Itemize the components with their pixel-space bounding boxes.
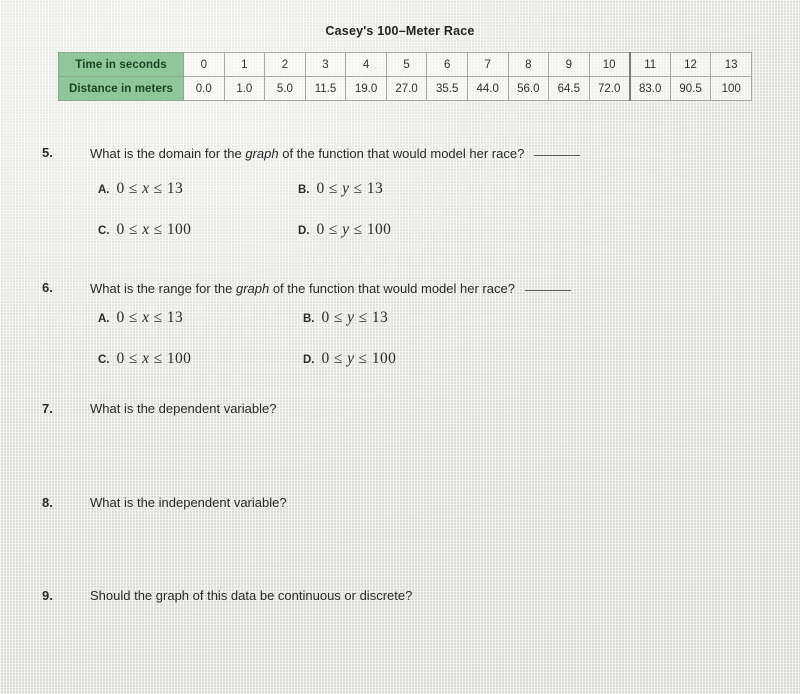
cell-time-2: 2 [264, 52, 306, 77]
question-5-text-part2: of the function that would model her rac… [278, 146, 525, 161]
cell-dist-13: 100 [710, 76, 752, 101]
cell-time-10: 10 [588, 52, 631, 77]
row-header-time: Time in seconds [58, 52, 184, 77]
cell-dist-9: 64.5 [548, 76, 590, 101]
choice-math: 0 ≤ y ≤ 13 [321, 309, 389, 326]
choice-math: 0 ≤ x ≤ 13 [116, 180, 184, 197]
question-6-text-part1: What is the range for the [90, 281, 236, 296]
question-9-number: 9. [42, 588, 53, 603]
question-5-choice-d[interactable]: D. 0 ≤ y ≤ 100 [298, 221, 391, 239]
cell-dist-10: 72.0 [588, 76, 631, 101]
cell-time-1: 1 [223, 52, 266, 77]
choice-math: 0 ≤ y ≤ 100 [321, 350, 397, 367]
cell-time-12: 12 [669, 52, 712, 77]
question-7-text: What is the dependent variable? [90, 401, 277, 416]
cell-dist-4: 19.0 [345, 76, 387, 101]
choice-math: 0 ≤ x ≤ 100 [116, 350, 192, 367]
question-5-choice-b[interactable]: B. 0 ≤ y ≤ 13 [298, 180, 383, 198]
race-data-table: Time in seconds 0 1 2 3 4 5 6 7 8 9 10 1… [58, 52, 752, 101]
question-6-choice-c[interactable]: C. 0 ≤ x ≤ 100 [98, 350, 191, 368]
choice-letter: A. [98, 184, 110, 196]
cell-time-11: 11 [628, 52, 671, 77]
choice-math: 0 ≤ x ≤ 100 [116, 221, 192, 238]
cell-dist-2: 5.0 [264, 76, 306, 101]
question-6-text: What is the range for the graph of the f… [90, 280, 571, 296]
choice-letter: B. [298, 184, 310, 196]
choice-math: 0 ≤ x ≤ 13 [116, 309, 184, 326]
choice-letter: C. [98, 225, 110, 237]
question-7-number: 7. [42, 401, 53, 416]
cell-time-13: 13 [710, 52, 752, 77]
cell-time-5: 5 [385, 52, 428, 77]
question-6-choice-a[interactable]: A. 0 ≤ x ≤ 13 [98, 309, 183, 327]
question-8-number: 8. [42, 495, 53, 510]
question-6-text-part2: of the function that would model her rac… [269, 281, 515, 296]
cell-time-9: 9 [548, 52, 590, 77]
cell-dist-12: 90.5 [669, 76, 712, 101]
race-data-table-wrapper: Time in seconds 0 1 2 3 4 5 6 7 8 9 10 1… [58, 52, 752, 101]
question-6-answer-blank[interactable] [524, 280, 571, 291]
worksheet-page: Casey's 100–Meter Race Time in seconds 0… [0, 0, 800, 694]
table-row-distance: Distance in meters 0.0 1.0 5.0 11.5 19.0… [58, 76, 752, 101]
choice-math: 0 ≤ y ≤ 100 [316, 221, 392, 238]
question-5-number: 5. [42, 145, 53, 160]
cell-time-7: 7 [466, 52, 509, 77]
question-5-text-part1: What is the domain for the [90, 146, 246, 161]
choice-letter: D. [303, 354, 315, 366]
cell-time-8: 8 [507, 52, 550, 77]
cell-time-3: 3 [304, 52, 347, 77]
question-6-choice-d[interactable]: D. 0 ≤ y ≤ 100 [303, 350, 396, 368]
question-6-number: 6. [42, 280, 53, 295]
cell-dist-0: 0.0 [183, 76, 225, 101]
question-9-text: Should the graph of this data be continu… [90, 588, 413, 603]
question-5-choice-c[interactable]: C. 0 ≤ x ≤ 100 [98, 221, 191, 239]
cell-dist-3: 11.5 [304, 76, 347, 101]
cell-dist-1: 1.0 [223, 76, 266, 101]
choice-letter: C. [98, 354, 110, 366]
question-5-choice-a[interactable]: A. 0 ≤ x ≤ 13 [98, 180, 183, 198]
choice-letter: A. [98, 313, 110, 325]
cell-dist-8: 56.0 [507, 76, 550, 101]
cell-dist-11: 83.0 [628, 76, 671, 101]
question-6-italic-word: graph [235, 281, 270, 296]
choice-math: 0 ≤ y ≤ 13 [316, 180, 384, 197]
table-title: Casey's 100–Meter Race [325, 24, 475, 38]
question-6-choice-b[interactable]: B. 0 ≤ y ≤ 13 [303, 309, 388, 327]
question-5-text: What is the domain for the graph of the … [90, 145, 581, 161]
choice-letter: B. [303, 313, 315, 325]
cell-time-4: 4 [345, 52, 387, 77]
question-8-text: What is the independent variable? [90, 495, 287, 510]
cell-time-6: 6 [426, 52, 468, 77]
cell-dist-5: 27.0 [385, 76, 428, 101]
cell-dist-6: 35.5 [426, 76, 468, 101]
row-header-distance: Distance in meters [58, 76, 184, 101]
choice-letter: D. [298, 225, 310, 237]
cell-time-0: 0 [183, 52, 225, 77]
table-row-time: Time in seconds 0 1 2 3 4 5 6 7 8 9 10 1… [58, 52, 752, 77]
question-5-answer-blank[interactable] [534, 145, 581, 156]
question-5-italic-word: graph [245, 146, 279, 161]
cell-dist-7: 44.0 [466, 76, 509, 101]
